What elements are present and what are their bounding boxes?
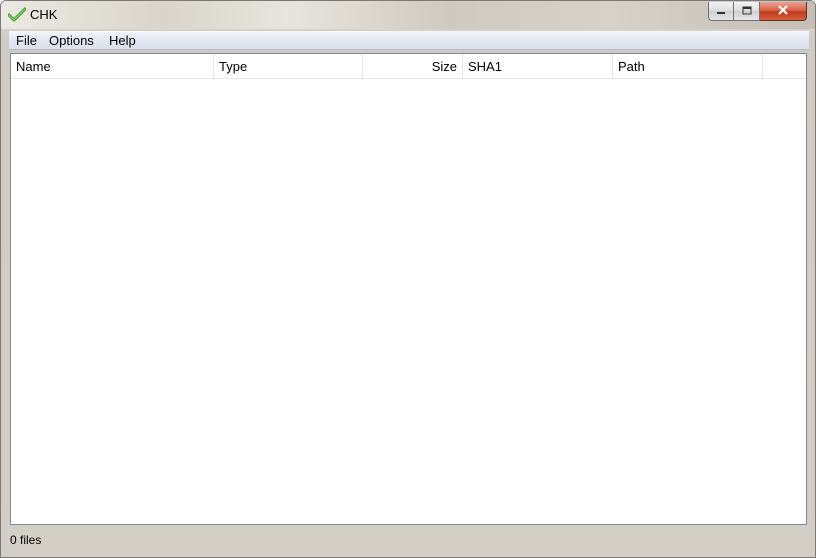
- file-list[interactable]: Name Type Size SHA1 Path: [10, 53, 807, 525]
- maximize-button[interactable]: [734, 2, 760, 21]
- menu-bar: File Options Help: [9, 31, 809, 50]
- list-header: Name Type Size SHA1 Path: [11, 54, 806, 79]
- checkmark-icon: [7, 7, 27, 23]
- column-header-size[interactable]: Size: [363, 54, 463, 78]
- title-bar[interactable]: CHK: [1, 1, 815, 29]
- column-header-type[interactable]: Type: [214, 54, 363, 78]
- column-header-sha1[interactable]: SHA1: [463, 54, 613, 78]
- window-title: CHK: [30, 7, 58, 22]
- column-header-name[interactable]: Name: [11, 54, 214, 78]
- menu-file[interactable]: File: [15, 33, 38, 48]
- menu-options[interactable]: Options: [48, 33, 95, 48]
- status-bar: 0 files: [10, 529, 807, 551]
- minimize-button[interactable]: [708, 2, 734, 21]
- minimize-icon: [716, 4, 726, 18]
- close-icon: [777, 4, 789, 18]
- close-button[interactable]: [760, 2, 807, 21]
- file-count: 0 files: [10, 533, 42, 547]
- column-header-path[interactable]: Path: [613, 54, 763, 78]
- maximize-icon: [742, 4, 752, 18]
- menu-help[interactable]: Help: [108, 33, 137, 48]
- app-window: CHK File Options Help Name Type Size SHA…: [0, 0, 816, 558]
